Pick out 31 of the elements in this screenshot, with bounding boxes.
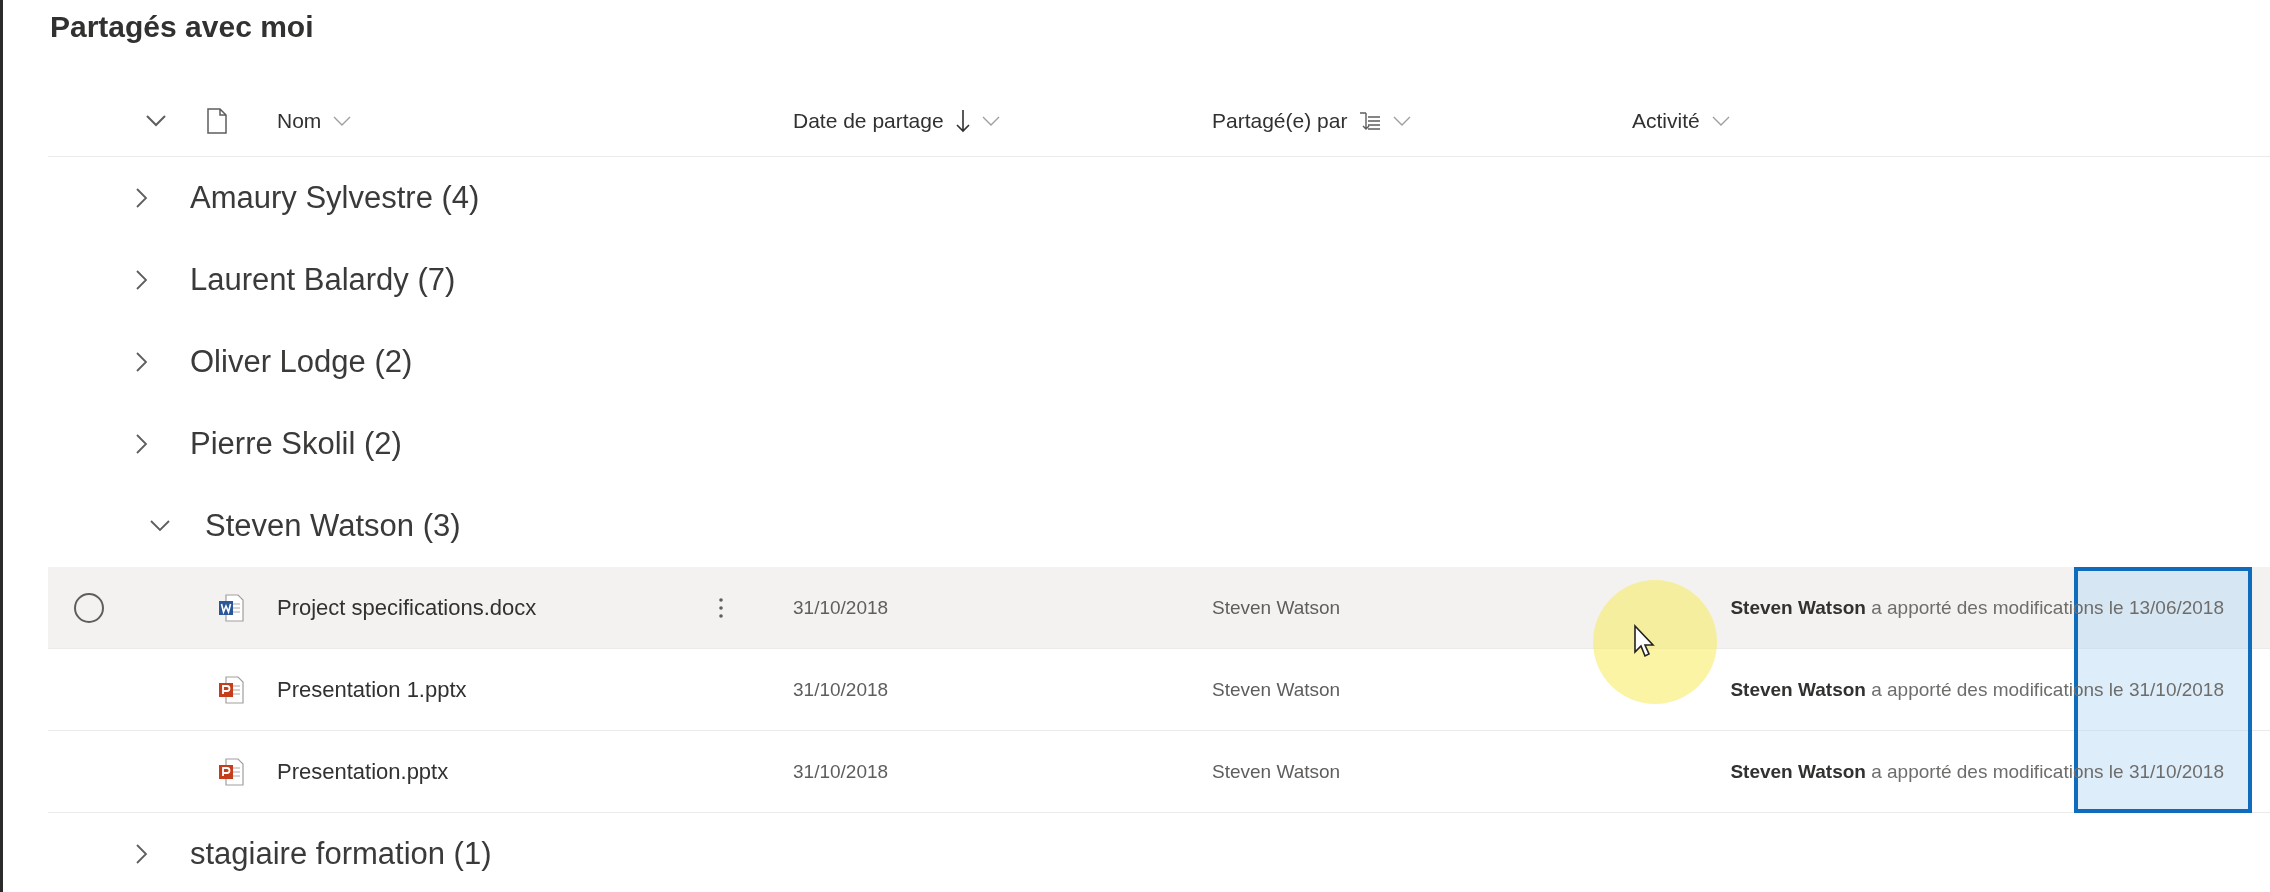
file-name[interactable]: Presentation 1.pptx — [277, 676, 467, 702]
shared-by: Steven Watson — [1212, 760, 1341, 782]
column-header[interactable]: Nom — [277, 108, 322, 133]
file-icon — [207, 107, 227, 134]
chevron-down-icon[interactable] — [145, 113, 167, 128]
group-header[interactable]: Pierre Skolil (2) — [190, 426, 402, 462]
file-name[interactable]: Presentation.pptx — [277, 758, 449, 784]
chevron-right-icon[interactable] — [136, 352, 148, 372]
group-header[interactable]: Amaury Sylvestre (4) — [190, 180, 480, 216]
group-header[interactable]: stagiaire formation (1) — [190, 836, 492, 872]
group-header[interactable]: Oliver Lodge (2) — [190, 344, 413, 380]
chevron-right-icon[interactable] — [136, 434, 148, 454]
column-header[interactable]: Activité — [1632, 108, 1700, 133]
shared-by: Steven Watson — [1212, 678, 1341, 700]
shared-by: Steven Watson — [1212, 596, 1341, 618]
page-title: Partagés avec moi — [49, 9, 315, 45]
chevron-right-icon[interactable] — [136, 844, 148, 864]
shared-date: 31/10/2018 — [793, 760, 889, 782]
shared-date: 31/10/2018 — [793, 596, 889, 618]
more-options-icon[interactable] — [718, 596, 724, 619]
chevron-down-icon[interactable] — [150, 520, 170, 532]
select-radio[interactable] — [74, 592, 104, 623]
column-header[interactable]: Date de partage — [793, 108, 944, 133]
column-header[interactable]: Partagé(e) par — [1212, 108, 1348, 133]
group-header[interactable]: Laurent Balardy (7) — [190, 262, 456, 298]
cursor-icon — [1633, 624, 1657, 660]
chevron-right-icon[interactable] — [136, 188, 148, 208]
file-name[interactable]: Project specifications.docx — [277, 594, 537, 620]
shared-date: 31/10/2018 — [793, 678, 889, 700]
group-header[interactable]: Steven Watson (3) — [205, 508, 461, 544]
chevron-right-icon[interactable] — [136, 270, 148, 290]
